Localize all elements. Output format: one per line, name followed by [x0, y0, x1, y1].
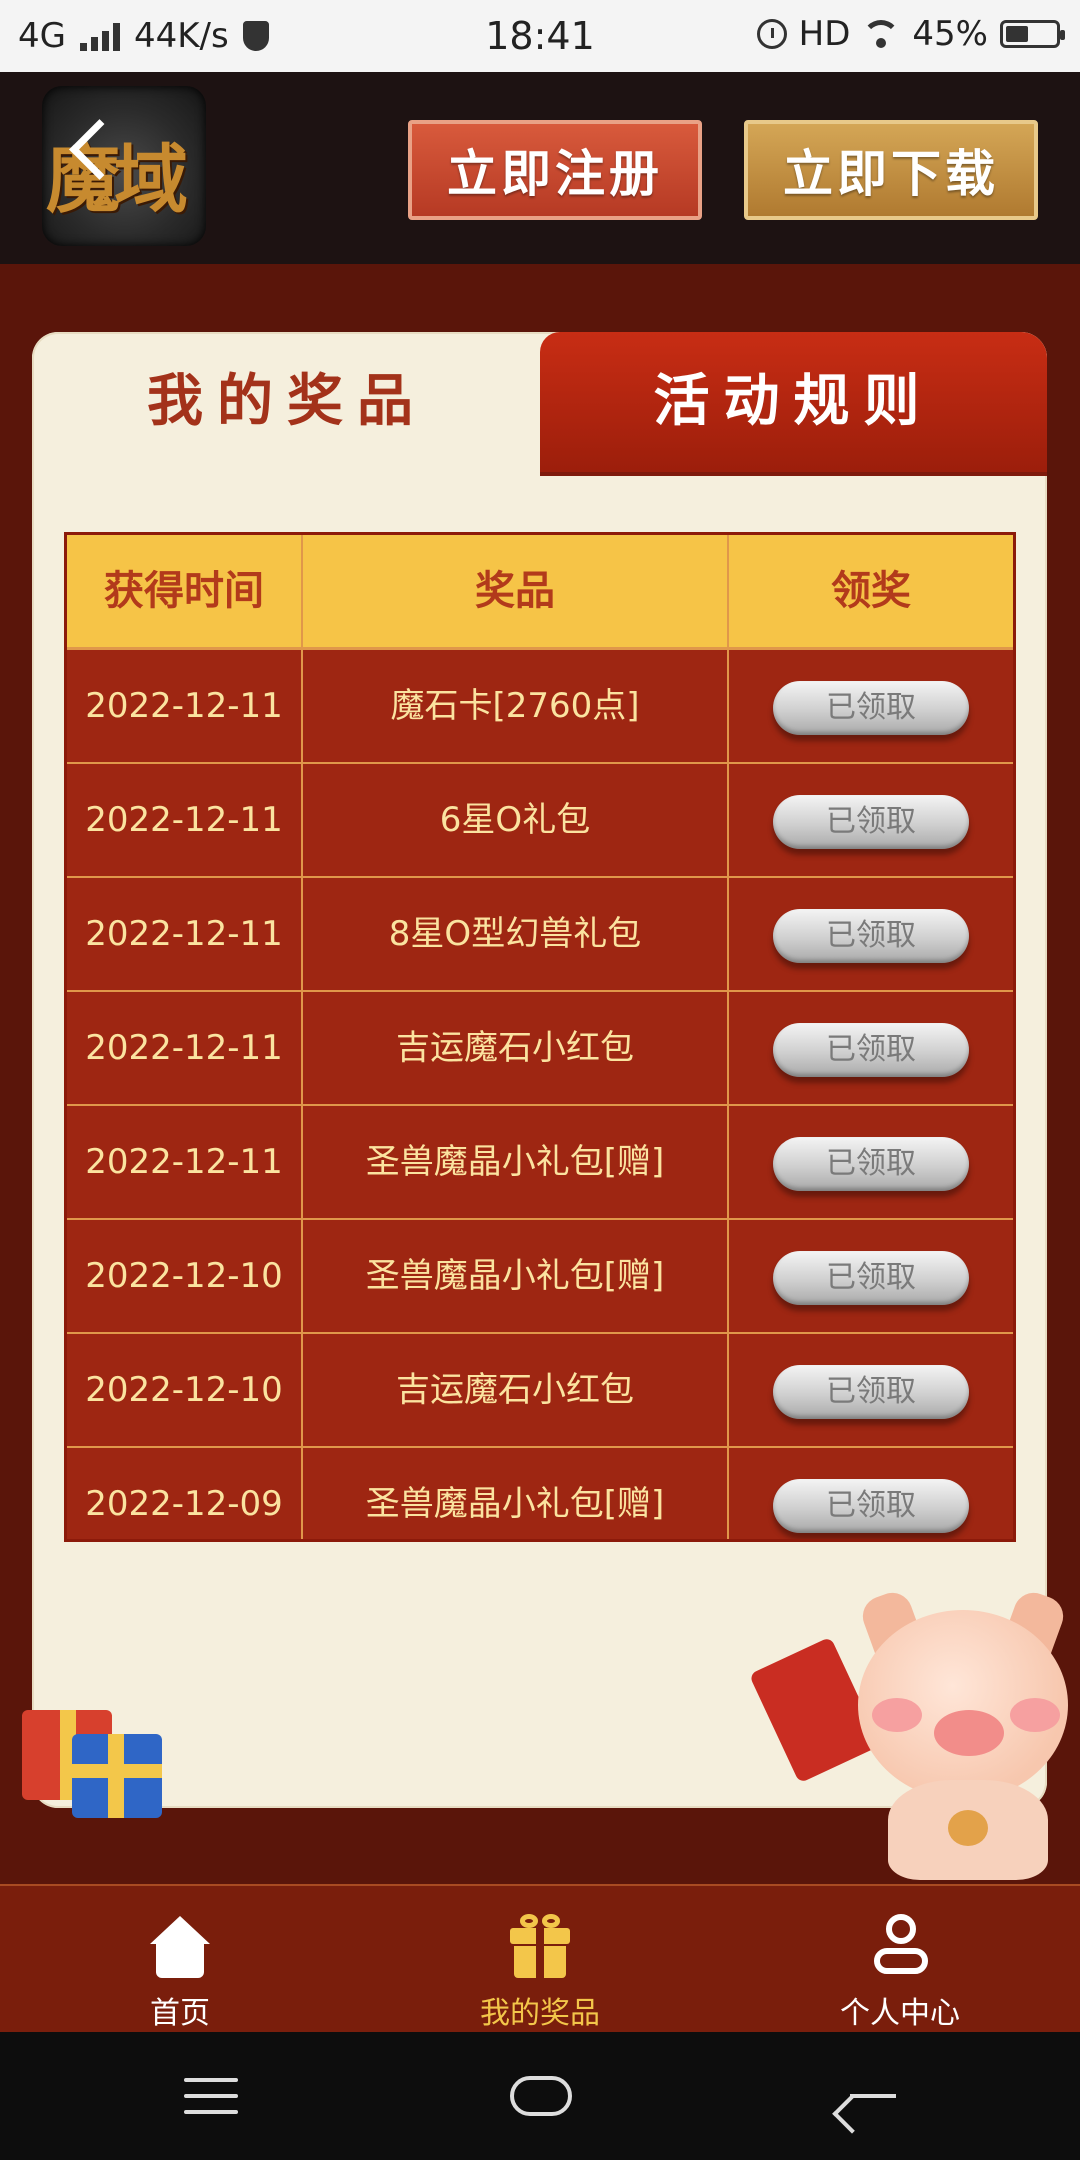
row-prize: 圣兽魔晶小礼包[赠] [303, 1448, 729, 1539]
nav-user-center-label: 个人中心 [840, 1996, 960, 2031]
row-prize: 6星O礼包 [303, 764, 729, 876]
claimed-button[interactable]: 已领取 [773, 681, 969, 735]
battery-percent: 45% [912, 14, 988, 54]
row-date: 2022-12-10 [67, 1334, 303, 1446]
battery-icon [1000, 20, 1065, 48]
prize-card: 我的奖品 活动规则 获得时间 奖品 领奖 2022-12-11 魔石卡[2760… [32, 332, 1047, 1808]
row-prize: 圣兽魔晶小礼包[赠] [303, 1220, 729, 1332]
row-claim-cell: 已领取 [729, 1106, 1013, 1218]
row-date: 2022-12-10 [67, 1220, 303, 1332]
row-date: 2022-12-11 [67, 878, 303, 990]
table-row: 2022-12-10 圣兽魔晶小礼包[赠] 已领取 [67, 1220, 1013, 1334]
claimed-button[interactable]: 已领取 [773, 1251, 969, 1305]
gift-icon [510, 1914, 570, 1978]
gift-boxes-decoration [22, 1690, 162, 1820]
row-prize: 圣兽魔晶小礼包[赠] [303, 1106, 729, 1218]
table-row: 2022-12-11 魔石卡[2760点] 已领取 [67, 650, 1013, 764]
table-row: 2022-12-11 吉运魔石小红包 已领取 [67, 992, 1013, 1106]
row-date: 2022-12-11 [67, 1106, 303, 1218]
back-icon[interactable] [850, 2094, 896, 2098]
row-claim-cell: 已领取 [729, 650, 1013, 762]
table-row: 2022-12-11 8星O型幻兽礼包 已领取 [67, 878, 1013, 992]
nav-home[interactable]: 首页 [30, 1886, 330, 2034]
claimed-button[interactable]: 已领取 [773, 1137, 969, 1191]
register-button[interactable]: 立即注册 [408, 120, 702, 220]
system-nav-bar [0, 2032, 1080, 2160]
menu-icon[interactable] [184, 2078, 238, 2114]
row-claim-cell: 已领取 [729, 1334, 1013, 1446]
game-logo: 魔域 [42, 86, 206, 246]
wifi-icon [862, 20, 901, 48]
row-prize: 8星O型幻兽礼包 [303, 878, 729, 990]
header-claim: 领奖 [831, 568, 911, 614]
claimed-button[interactable]: 已领取 [773, 909, 969, 963]
user-icon [874, 1914, 928, 1978]
table-row: 2022-12-10 吉运魔石小红包 已领取 [67, 1334, 1013, 1448]
claimed-button[interactable]: 已领取 [773, 1023, 969, 1077]
row-claim-cell: 已领取 [729, 1220, 1013, 1332]
table-row: 2022-12-11 圣兽魔晶小礼包[赠] 已领取 [67, 1106, 1013, 1220]
row-claim-cell: 已领取 [729, 1448, 1013, 1539]
row-date: 2022-12-11 [67, 992, 303, 1104]
status-right: HD 45% [756, 14, 1065, 54]
app-header: 魔域 立即注册 立即下载 [0, 72, 1080, 264]
claimed-button[interactable]: 已领取 [773, 1479, 969, 1533]
nav-my-prizes[interactable]: 我的奖品 [390, 1886, 690, 2034]
table-row: 2022-12-09 圣兽魔晶小礼包[赠] 已领取 [67, 1448, 1013, 1539]
tab-rules[interactable]: 活动规则 [540, 332, 1047, 472]
bottom-nav: 首页 我的奖品 个人中心 [0, 1884, 1080, 2034]
status-bar: 4G 44K/s 18:41 HD 45% [0, 0, 1080, 72]
row-prize: 吉运魔石小红包 [303, 1334, 729, 1446]
nav-user-center[interactable]: 个人中心 [750, 1886, 1050, 2034]
row-date: 2022-12-11 [67, 650, 303, 762]
row-date: 2022-12-09 [67, 1448, 303, 1539]
alarm-icon [756, 19, 787, 49]
claimed-button[interactable]: 已领取 [773, 795, 969, 849]
hd-indicator: HD [798, 14, 851, 54]
row-date: 2022-12-11 [67, 764, 303, 876]
table-body: 2022-12-11 魔石卡[2760点] 已领取 2022-12-11 6星O… [67, 650, 1013, 1539]
row-claim-cell: 已领取 [729, 878, 1013, 990]
table-row: 2022-12-11 6星O礼包 已领取 [67, 764, 1013, 878]
row-prize: 吉运魔石小红包 [303, 992, 729, 1104]
pig-mascot [848, 1587, 1078, 1880]
prize-table: 获得时间 奖品 领奖 2022-12-11 魔石卡[2760点] 已领取 202… [64, 532, 1016, 1542]
download-button[interactable]: 立即下载 [744, 120, 1038, 220]
nav-my-prizes-label: 我的奖品 [480, 1996, 600, 2031]
tab-my-prizes[interactable]: 我的奖品 [32, 332, 542, 472]
home-button-icon[interactable] [510, 2076, 572, 2116]
claimed-button[interactable]: 已领取 [773, 1365, 969, 1419]
header-date: 获得时间 [67, 535, 303, 647]
home-icon [150, 1916, 210, 1978]
nav-home-label: 首页 [150, 1996, 210, 2031]
header-prize: 奖品 [303, 535, 729, 647]
row-prize: 魔石卡[2760点] [303, 650, 729, 762]
table-header: 获得时间 奖品 领奖 [67, 535, 1013, 650]
row-claim-cell: 已领取 [729, 992, 1013, 1104]
row-claim-cell: 已领取 [729, 764, 1013, 876]
